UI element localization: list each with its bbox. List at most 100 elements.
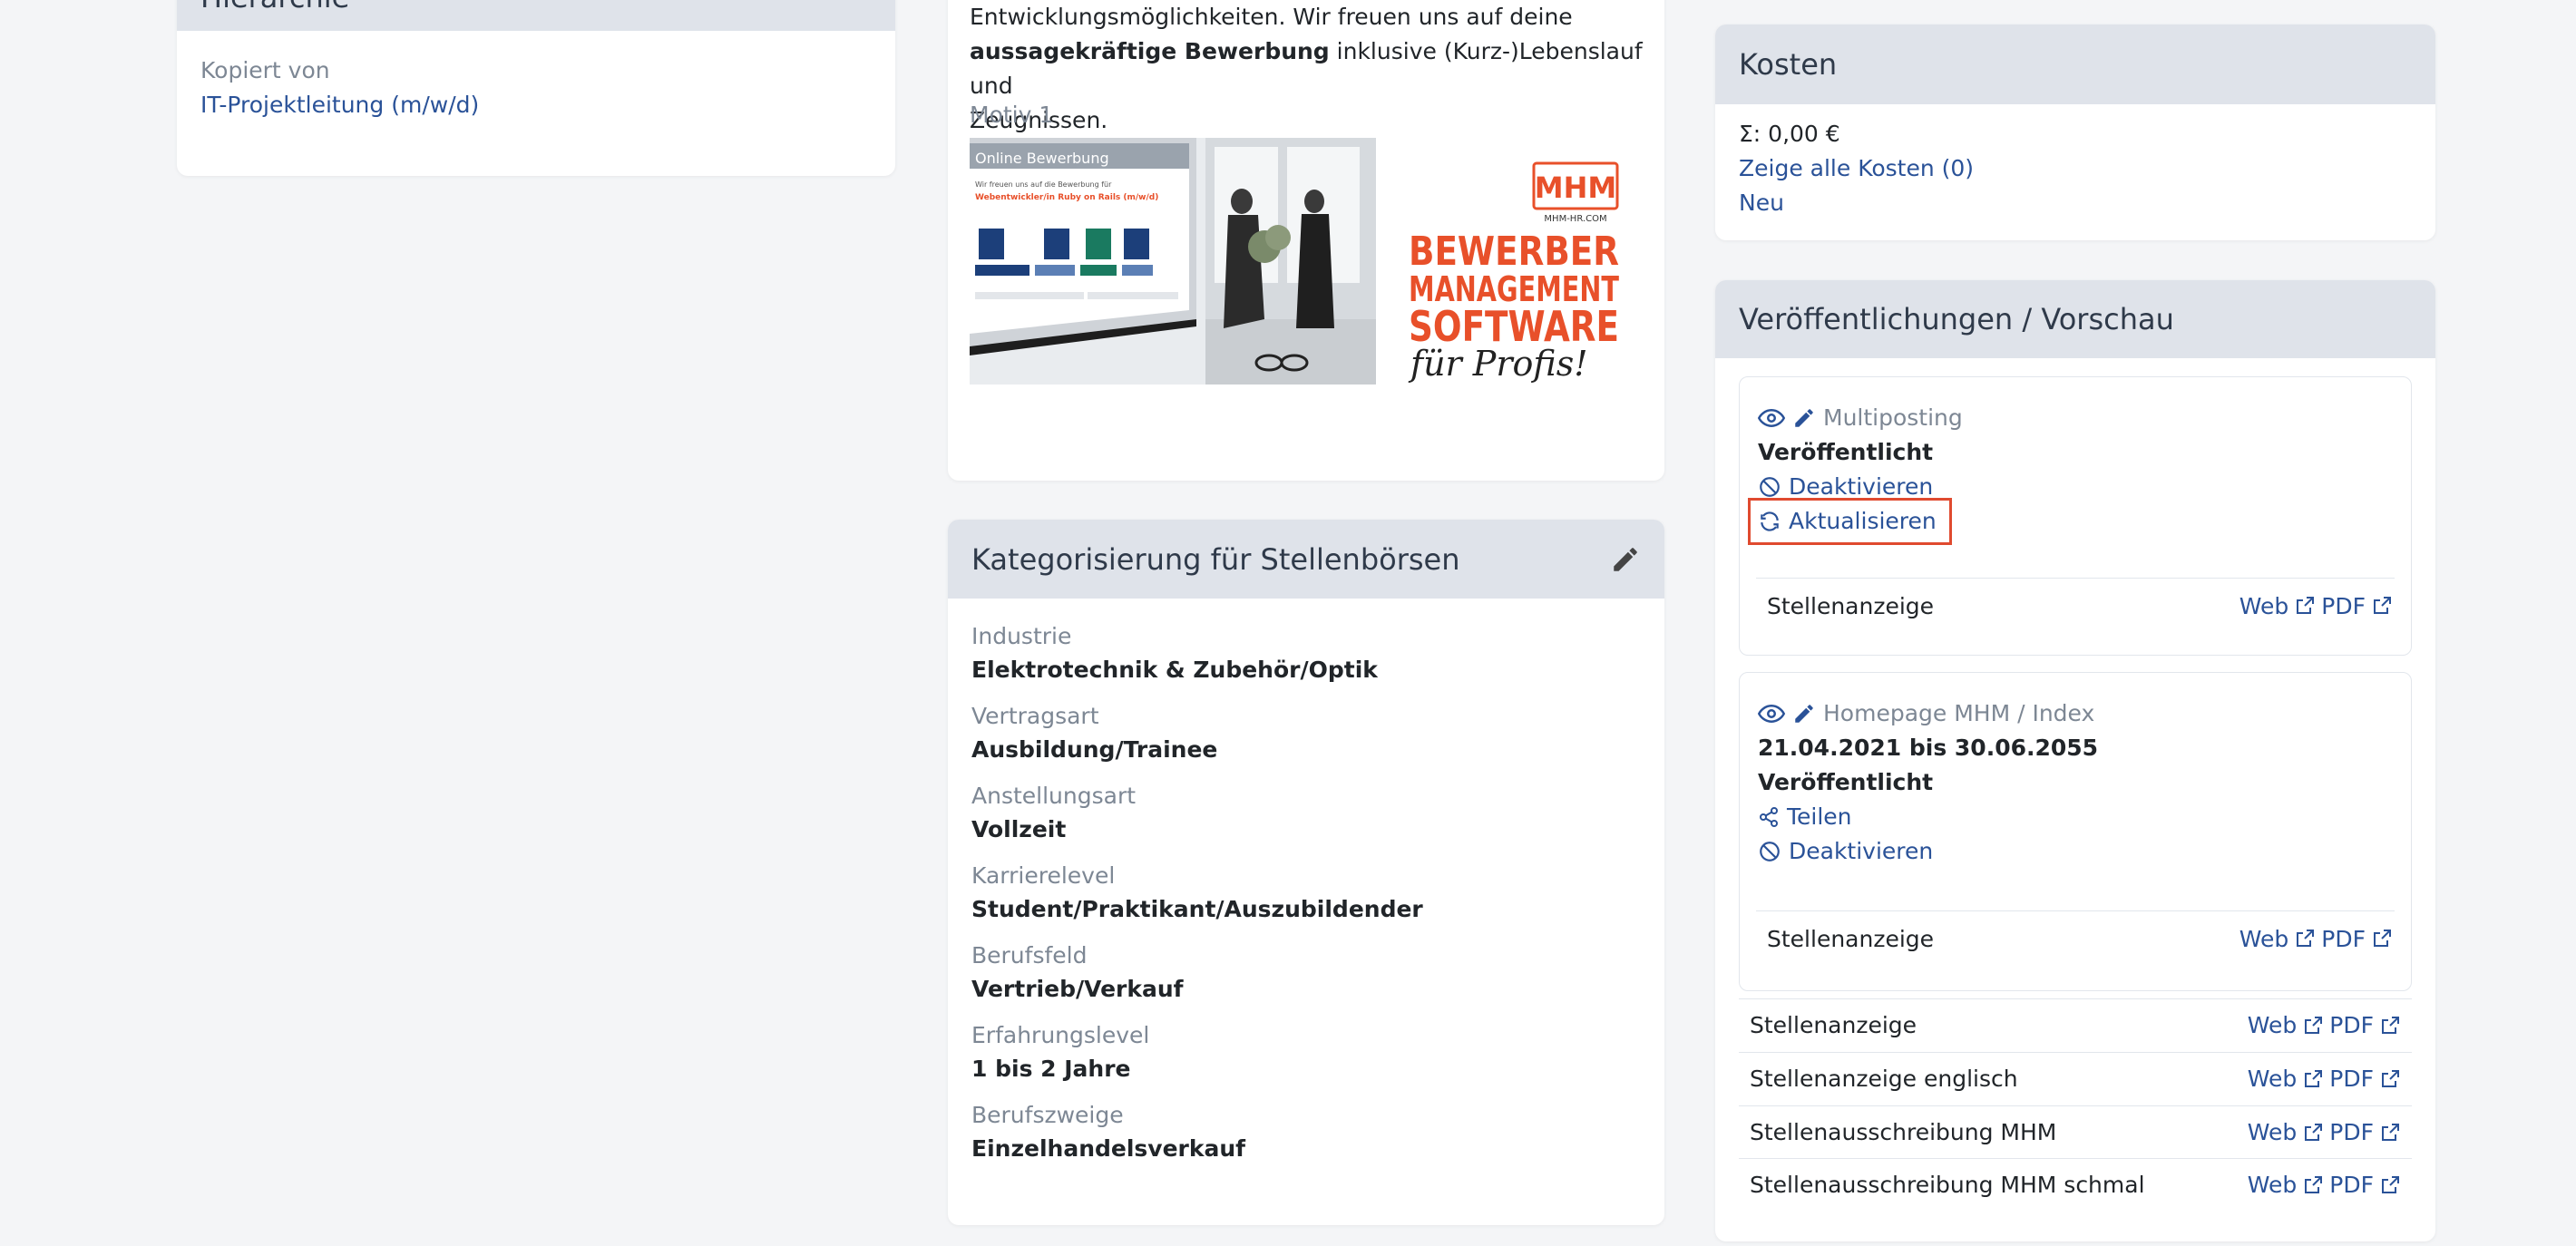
category-label: Karrierelevel	[971, 862, 1116, 889]
pencil-icon[interactable]	[1792, 702, 1816, 725]
publication-links: Web PDF	[2248, 1172, 2401, 1198]
web-link[interactable]: Web	[2248, 1172, 2298, 1198]
job-ad-links: Web PDF	[2239, 926, 2393, 952]
job-ad-row: Stellenanzeige Web PDF	[1767, 911, 2393, 966]
description-line: Entwicklungsmöglichkeiten. Wir freuen un…	[970, 4, 1573, 30]
category-value: Vollzeit	[971, 816, 1067, 842]
pdf-link[interactable]: PDF	[2329, 1066, 2374, 1092]
job-ad-label: Stellenanzeige	[1767, 925, 1935, 952]
new-cost-link[interactable]: Neu	[1739, 186, 2412, 220]
share-action[interactable]: Teilen	[1758, 800, 1852, 834]
pdf-link[interactable]: PDF	[2329, 1012, 2374, 1038]
category-value: Student/Praktikant/Auszubildender	[971, 896, 1423, 922]
publication-list-row: Stellenausschreibung MHM schmal Web PDF	[1739, 1158, 2412, 1211]
web-link[interactable]: Web	[2248, 1012, 2298, 1038]
deactivate-link[interactable]: Deaktivieren	[1789, 470, 1933, 504]
web-link[interactable]: Web	[2239, 926, 2289, 952]
pdf-link[interactable]: PDF	[2321, 926, 2366, 952]
pencil-icon[interactable]	[1610, 544, 1641, 575]
category-item: Vertragsart Ausbildung/Trainee	[971, 700, 1641, 767]
logo-text: MHM	[1535, 170, 1616, 205]
category-list: Industrie Elektrotechnik & Zubehör/Optik…	[948, 599, 1664, 1166]
update-link[interactable]: Aktualisieren	[1789, 504, 1937, 539]
external-link-icon[interactable]	[2302, 1122, 2324, 1144]
update-action[interactable]: Aktualisieren	[1748, 498, 1952, 545]
description-text: Entwicklungsmöglichkeiten. Wir freuen un…	[970, 0, 1643, 138]
card-header: Hierarchie	[177, 0, 895, 31]
motiv-image[interactable]: Online Bewerbung Wir freuen uns auf die …	[970, 138, 1623, 385]
publication-label: Stellenanzeige	[1750, 1012, 1917, 1038]
homepage-title-row: Homepage MHM / Index	[1758, 696, 2094, 731]
publication-label: Stellenausschreibung MHM schmal	[1750, 1172, 2145, 1198]
external-link-icon[interactable]	[2379, 1174, 2401, 1196]
card-title: Hierarchie	[200, 0, 349, 15]
external-link-icon[interactable]	[2371, 928, 2393, 949]
category-value: Ausbildung/Trainee	[971, 736, 1218, 763]
card-title: Kategorisierung für Stellenbörsen	[971, 541, 1460, 577]
pdf-link[interactable]: PDF	[2321, 593, 2366, 619]
share-link[interactable]: Teilen	[1787, 800, 1852, 834]
category-label: Industrie	[971, 623, 1072, 649]
publication-list-row: Stellenausschreibung MHM Web PDF	[1739, 1105, 2412, 1158]
web-link[interactable]: Web	[2239, 593, 2289, 619]
costs-sum: Σ: 0,00 €	[1739, 121, 1840, 147]
homepage-card: Homepage MHM / Index 21.04.2021 bis 30.0…	[1739, 672, 2412, 991]
category-value: Einzelhandelsverkauf	[971, 1135, 1246, 1162]
show-all-costs-link[interactable]: Zeige alle Kosten (0)	[1739, 151, 2412, 186]
multiposting-status: Veröffentlicht	[1758, 439, 1934, 465]
category-label: Erfahrungslevel	[971, 1022, 1150, 1048]
share-icon	[1758, 806, 1780, 828]
category-value: 1 bis 2 Jahre	[971, 1056, 1131, 1082]
external-link-icon[interactable]	[2379, 1068, 2401, 1090]
category-item: Erfahrungslevel 1 bis 2 Jahre	[971, 1019, 1641, 1086]
publication-list-row: Stellenanzeige englisch Web PDF	[1739, 1052, 2412, 1105]
homepage-dates: 21.04.2021 bis 30.06.2055	[1758, 735, 2099, 761]
web-link[interactable]: Web	[2248, 1119, 2298, 1145]
logo-domain: MHM-HR.COM	[1544, 214, 1606, 224]
pdf-link[interactable]: PDF	[2329, 1172, 2374, 1198]
publications-card: Veröffentlichungen / Vorschau Multiposti…	[1715, 280, 2435, 1241]
job-ad-label: Stellenanzeige	[1767, 592, 1935, 619]
deactivate-link[interactable]: Deaktivieren	[1789, 834, 1933, 869]
card-header: Veröffentlichungen / Vorschau	[1715, 280, 2435, 358]
screen-title-text: Online Bewerbung	[975, 150, 1109, 167]
homepage-title: Homepage MHM / Index	[1823, 700, 2095, 726]
eye-icon[interactable]	[1758, 408, 1785, 428]
homepage-status: Veröffentlicht	[1758, 769, 1934, 795]
deactivate-action[interactable]: Deaktivieren	[1758, 470, 1933, 504]
pdf-link[interactable]: PDF	[2329, 1119, 2374, 1145]
screen-sub-text: Wir freuen uns auf die Bewerbung für	[975, 180, 1112, 189]
category-label: Anstellungsart	[971, 783, 1137, 809]
external-link-icon[interactable]	[2302, 1068, 2324, 1090]
category-item: Berufsfeld Vertrieb/Verkauf	[971, 939, 1641, 1007]
description-line: aussagekräftige Bewerbung inklusive (Kur…	[970, 34, 1643, 103]
copied-from-link[interactable]: IT-Projektleitung (m/w/d)	[200, 87, 872, 123]
publication-label: Stellenanzeige englisch	[1750, 1066, 2018, 1092]
multiposting-title-row: Multiposting	[1758, 401, 1963, 435]
multiposting-card: Multiposting Veröffentlicht Deaktivieren…	[1739, 376, 2412, 656]
category-label: Berufsfeld	[971, 942, 1088, 969]
refresh-icon	[1758, 510, 1781, 533]
external-link-icon[interactable]	[2302, 1174, 2324, 1196]
external-link-icon[interactable]	[2371, 595, 2393, 617]
category-value: Vertrieb/Verkauf	[971, 976, 1184, 1002]
ban-icon	[1758, 840, 1781, 863]
card-title: Veröffentlichungen / Vorschau	[1739, 302, 2174, 336]
external-link-icon[interactable]	[2302, 1015, 2324, 1037]
pencil-icon[interactable]	[1792, 406, 1816, 430]
web-link[interactable]: Web	[2248, 1066, 2298, 1092]
category-item: Karrierelevel Student/Praktikant/Auszubi…	[971, 860, 1641, 927]
external-link-icon[interactable]	[2379, 1015, 2401, 1037]
costs-card: Kosten Σ: 0,00 € Zeige alle Kosten (0) N…	[1715, 24, 2435, 240]
banner-line1: BEWERBER	[1409, 229, 1619, 275]
external-link-icon[interactable]	[2294, 595, 2316, 617]
card-header: Kosten	[1715, 24, 2435, 104]
external-link-icon[interactable]	[2379, 1122, 2401, 1144]
motiv-label: Motiv 1	[970, 102, 1054, 128]
deactivate-action[interactable]: Deaktivieren	[1758, 834, 1933, 869]
external-link-icon[interactable]	[2294, 928, 2316, 949]
category-item: Berufszweige Einzelhandelsverkauf	[971, 1099, 1641, 1166]
publication-links: Web PDF	[2248, 1012, 2401, 1038]
category-label: Berufszweige	[971, 1102, 1124, 1128]
eye-icon[interactable]	[1758, 704, 1785, 724]
